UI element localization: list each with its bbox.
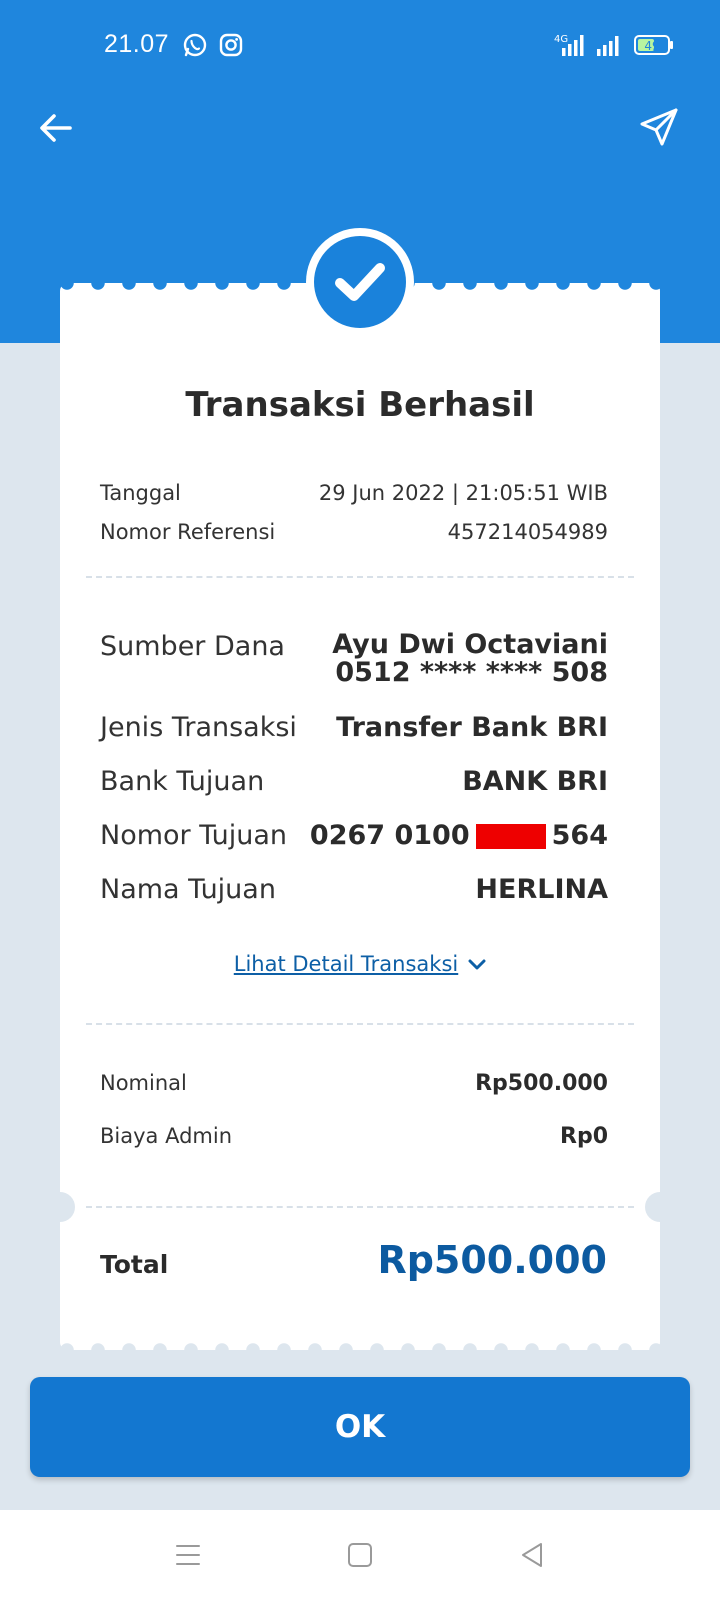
chevron-down-icon[interactable]: [468, 959, 486, 971]
status-time: 21.07: [104, 30, 170, 58]
bank-tujuan-label: Bank Tujuan: [100, 766, 265, 797]
ok-button[interactable]: OK: [30, 1377, 690, 1477]
success-badge: [306, 228, 414, 336]
nomor-tujuan-prefix: 0267 0100: [309, 820, 470, 851]
instagram-icon: [219, 33, 243, 57]
redaction-block: [475, 824, 546, 849]
send-icon[interactable]: [638, 106, 680, 148]
nomor-tujuan-row: Nomor Tujuan 0267 0100 564: [100, 820, 608, 860]
referensi-label: Nomor Referensi: [100, 520, 276, 544]
signal-4g-icon: 4G: [554, 34, 584, 56]
bank-tujuan-value: BANK BRI: [462, 766, 608, 797]
nama-tujuan-value: HERLINA: [475, 874, 608, 905]
receipt-notch-right: [645, 1192, 675, 1222]
tanggal-row: Tanggal 29 Jun 2022 | 21:05:51 WIB: [100, 481, 608, 521]
detail-transaksi-link[interactable]: Lihat Detail Transaksi: [60, 952, 660, 976]
receipt-scallop-bottom: [60, 1343, 660, 1357]
nama-tujuan-label: Nama Tujuan: [100, 874, 276, 905]
total-value: Rp500.000: [377, 1238, 607, 1282]
sumber-dana-label: Sumber Dana: [100, 631, 285, 662]
system-nav-bar: [0, 1510, 720, 1600]
check-circle: [314, 236, 406, 328]
biaya-admin-value: Rp0: [560, 1124, 608, 1149]
jenis-transaksi-value: Transfer Bank BRI: [336, 712, 608, 743]
status-bar: 21.07 4G 49: [0, 0, 720, 90]
jenis-transaksi-label: Jenis Transaksi: [100, 712, 297, 743]
nominal-row: Nominal Rp500.000: [100, 1071, 608, 1111]
receipt-notch-left: [45, 1192, 75, 1222]
receipt-card: [60, 283, 660, 1350]
home-square-icon[interactable]: [345, 1540, 375, 1570]
jenis-transaksi-row: Jenis Transaksi Transfer Bank BRI: [100, 712, 608, 752]
tanggal-label: Tanggal: [100, 481, 181, 505]
arrow-left-icon[interactable]: [36, 108, 76, 148]
signal-icon: [597, 36, 619, 56]
divider: [86, 1023, 634, 1025]
nominal-label: Nominal: [100, 1071, 187, 1095]
nomor-tujuan-label: Nomor Tujuan: [100, 820, 287, 851]
biaya-admin-label: Biaya Admin: [100, 1124, 233, 1148]
nama-tujuan-row: Nama Tujuan HERLINA: [100, 874, 608, 914]
detail-transaksi-label[interactable]: Lihat Detail Transaksi: [234, 952, 458, 976]
sumber-dana-account: 0512 **** **** 508: [335, 657, 608, 688]
biaya-admin-row: Biaya Admin Rp0: [100, 1124, 608, 1164]
nomor-tujuan-suffix: 564: [551, 820, 608, 851]
nomor-tujuan-value: 0267 0100 564: [310, 820, 608, 851]
tanggal-value: 29 Jun 2022 | 21:05:51 WIB: [318, 481, 608, 505]
divider: [86, 1206, 634, 1208]
divider: [86, 576, 634, 578]
bank-tujuan-row: Bank Tujuan BANK BRI: [100, 766, 608, 806]
svg-text:4G: 4G: [554, 34, 568, 45]
referensi-row: Nomor Referensi 457214054989: [100, 520, 608, 560]
checkmark-icon: [335, 263, 385, 301]
sumber-dana-name: Ayu Dwi Octaviani: [332, 629, 608, 660]
referensi-value: 457214054989: [447, 520, 608, 544]
sumber-dana-row: Sumber Dana Ayu Dwi Octaviani 0512 **** …: [100, 631, 608, 695]
receipt-title: Transaksi Berhasil: [185, 385, 535, 425]
nav-back-icon[interactable]: [517, 1540, 547, 1570]
menu-icon[interactable]: [173, 1540, 203, 1570]
nominal-value: Rp500.000: [475, 1071, 608, 1096]
total-label: Total: [100, 1250, 169, 1279]
battery-icon: 49: [634, 35, 674, 55]
sumber-dana-value: Ayu Dwi Octaviani 0512 **** **** 508: [332, 631, 608, 687]
whatsapp-icon: [183, 33, 207, 57]
battery-level: 49: [644, 39, 659, 53]
